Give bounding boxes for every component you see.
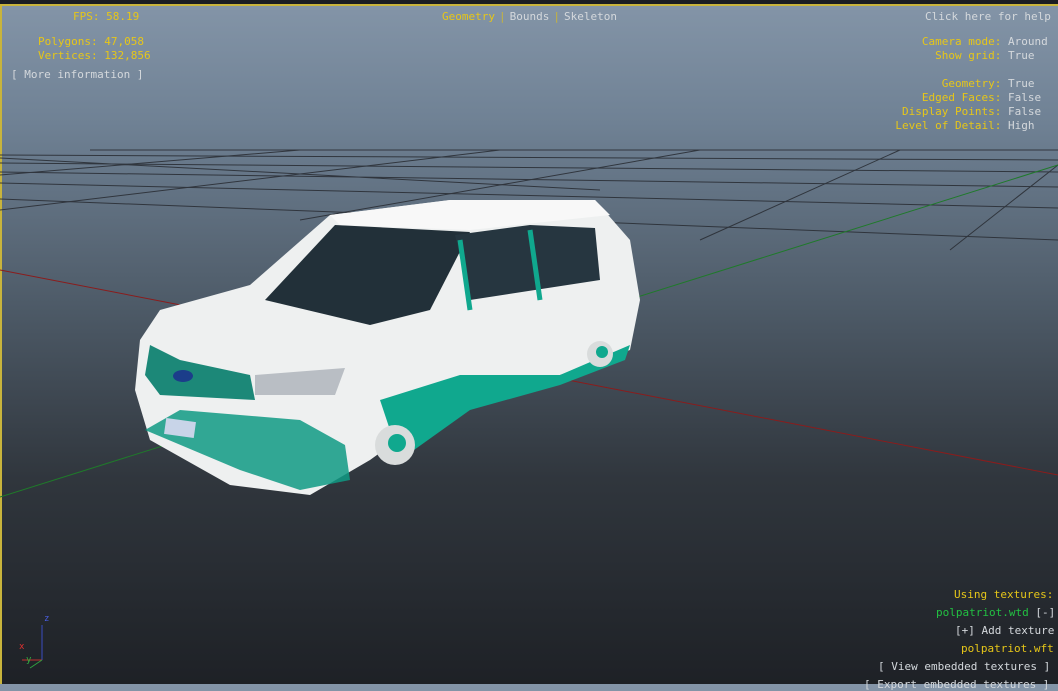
texture-wft-file[interactable]: polpatriot.wft [961,642,1054,655]
setting-label: Edged Faces: [921,91,1002,104]
texture-wtd-file[interactable]: polpatriot.wtd [936,606,1029,619]
setting-label: Display Points: [902,105,1002,118]
textures-heading: Using textures: [954,588,1054,601]
setting-value: Around [1008,35,1048,48]
more-information-link[interactable]: [ More information ] [11,68,143,81]
tab-geometry[interactable]: Geometry [442,10,495,23]
setting-show-grid[interactable]: Show grid: True [935,49,1056,62]
view-embedded-textures-link[interactable]: [ View embedded textures ] [878,660,1050,673]
gizmo-y-label: y [26,655,32,665]
vertices-value: 132,856 [104,49,151,62]
setting-value: False [1008,91,1042,104]
setting-value: True [1008,77,1035,90]
setting-camera-mode[interactable]: Camera mode: Around [922,35,1056,48]
tab-bounds[interactable]: Bounds [510,10,550,23]
view-mode-tabs: Geometry | Bounds | Skeleton [442,10,617,23]
setting-label: Level of Detail: [895,119,1002,132]
gizmo-x-label: x [19,642,25,652]
setting-label: Geometry: [941,77,1002,90]
gizmo-z-label: z [44,614,50,624]
setting-label: Show grid: [935,49,1002,62]
texture-wtd-row: polpatriot.wtd [-] [936,606,1055,619]
car-model [135,200,640,495]
export-embedded-textures-link[interactable]: [ Export embedded textures ] [864,678,1049,691]
fps-label: FPS: [73,10,100,23]
setting-edged-faces[interactable]: Edged Faces: False [922,91,1056,104]
polygons-readout: Polygons: 47,058 [38,35,144,48]
vertices-readout: Vertices: 132,856 [38,49,151,62]
setting-geometry[interactable]: Geometry: True [942,77,1056,90]
help-link[interactable]: Click here for help [925,10,1051,23]
remove-texture-button[interactable]: [-] [1035,606,1055,619]
setting-label: Camera mode: [921,35,1002,48]
polygons-label: Polygons: [38,35,98,48]
setting-value: False [1008,105,1042,118]
axis-gizmo [22,625,43,669]
viewport-3d[interactable] [0,0,1058,684]
vertices-label: Vertices: [38,49,98,62]
setting-value: True [1008,49,1035,62]
add-texture-button[interactable]: [+] Add texture [955,624,1054,637]
setting-level-of-detail[interactable]: Level of Detail: High [895,119,1056,132]
fps-value: 58.19 [106,10,140,23]
tab-skeleton[interactable]: Skeleton [564,10,617,23]
polygons-value: 47,058 [104,35,144,48]
setting-display-points[interactable]: Display Points: False [902,105,1056,118]
fps-readout: FPS: 58.19 [18,10,142,23]
setting-value: High [1008,119,1035,132]
